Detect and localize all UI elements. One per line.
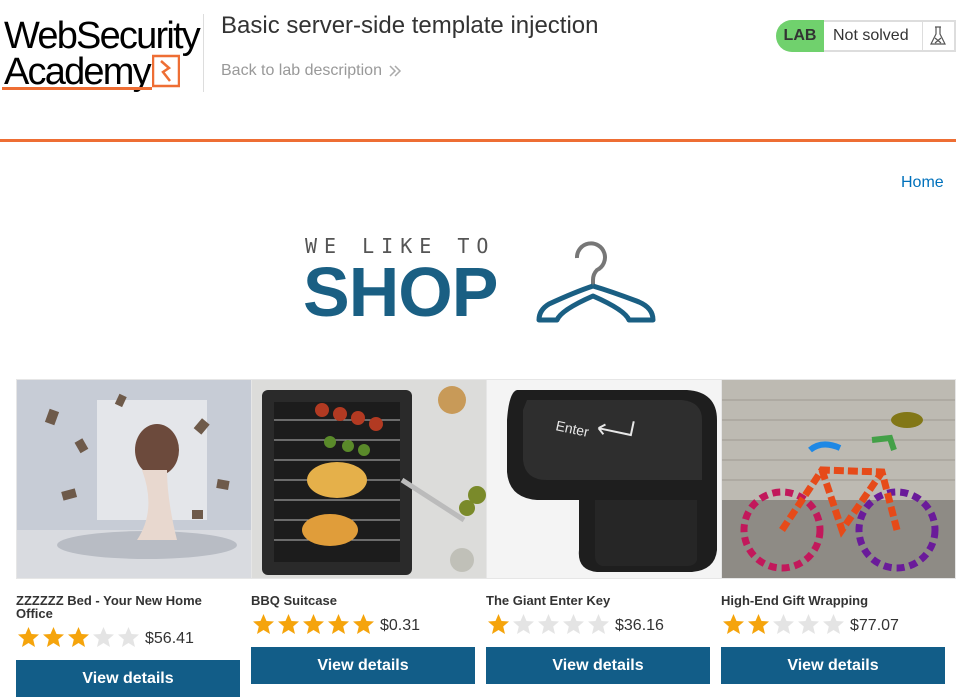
star-filled-icon <box>488 614 509 634</box>
home-link[interactable]: Home <box>901 174 944 192</box>
product-card: Enter The Giant Enter Key $36.16 View de… <box>486 379 722 684</box>
star-empty-icon <box>538 614 559 634</box>
view-details-button[interactable]: View details <box>251 647 475 684</box>
lab-status-widget: LAB Not solved <box>776 20 956 52</box>
product-image-gift-wrapped-bicycle <box>721 379 956 579</box>
lab-status-badge: LAB <box>776 20 824 52</box>
star-filled-icon <box>18 627 39 647</box>
lab-header: WebSecurity Academy Basic server-side te… <box>0 0 956 142</box>
star-empty-icon <box>823 614 844 634</box>
product-name: High-End Gift Wrapping <box>721 593 869 608</box>
star-empty-icon <box>563 614 584 634</box>
logo-underline <box>2 87 152 90</box>
product-image-bed <box>16 379 252 579</box>
product-rating: $77.07 <box>721 613 945 635</box>
product-rating: $0.31 <box>251 613 475 635</box>
product-price: $77.07 <box>850 617 899 634</box>
star-filled-icon <box>723 614 744 634</box>
product-name: The Giant Enter Key <box>486 593 611 608</box>
back-to-lab-description-link[interactable]: Back to lab description <box>221 62 402 80</box>
flask-icon <box>923 21 953 51</box>
star-empty-icon <box>773 614 794 634</box>
shop-banner: WE LIKE TO SHOP <box>303 232 663 332</box>
star-filled-icon <box>303 614 324 634</box>
star-filled-icon <box>253 614 274 634</box>
product-card: BBQ Suitcase $0.31 View details <box>251 379 487 684</box>
view-details-button[interactable]: View details <box>16 660 240 697</box>
product-image-giant-enter-key: Enter <box>486 379 722 579</box>
lightning-icon <box>152 54 180 88</box>
star-filled-icon <box>353 614 374 634</box>
product-card: High-End Gift Wrapping $77.07 View detai… <box>721 379 956 684</box>
logo-text-line2: Academy <box>4 51 152 93</box>
clothes-hanger-icon <box>536 241 656 323</box>
product-grid: ZZZZZZ Bed - Your New Home Office $56.41… <box>16 379 956 698</box>
banner-title: SHOP <box>303 253 498 331</box>
back-link-label: Back to lab description <box>221 62 382 79</box>
star-filled-icon <box>43 627 64 647</box>
lab-status-text: Not solved <box>833 27 909 44</box>
product-image-bbq-suitcase <box>251 379 487 579</box>
star-filled-icon <box>748 614 769 634</box>
product-name: ZZZZZZ Bed - Your New Home Office <box>16 593 202 621</box>
star-empty-icon <box>513 614 534 634</box>
product-rating: $36.16 <box>486 613 710 635</box>
star-empty-icon <box>118 627 139 647</box>
double-chevron-right-icon <box>389 65 402 77</box>
view-details-button[interactable]: View details <box>721 647 945 684</box>
star-empty-icon <box>93 627 114 647</box>
product-rating: $56.41 <box>16 626 240 648</box>
web-security-academy-logo[interactable]: WebSecurity Academy <box>2 14 204 92</box>
lab-title: Basic server-side template injection <box>221 12 599 39</box>
product-card: ZZZZZZ Bed - Your New Home Office $56.41… <box>16 379 252 697</box>
star-filled-icon <box>68 627 89 647</box>
product-price: $56.41 <box>145 630 194 647</box>
product-name: BBQ Suitcase <box>251 593 337 608</box>
star-filled-icon <box>328 614 349 634</box>
logo-text-line1: WebSecurity <box>4 15 201 57</box>
star-empty-icon <box>798 614 819 634</box>
view-details-button[interactable]: View details <box>486 647 710 684</box>
star-empty-icon <box>588 614 609 634</box>
product-price: $0.31 <box>380 617 421 634</box>
product-price: $36.16 <box>615 617 664 634</box>
star-filled-icon <box>278 614 299 634</box>
